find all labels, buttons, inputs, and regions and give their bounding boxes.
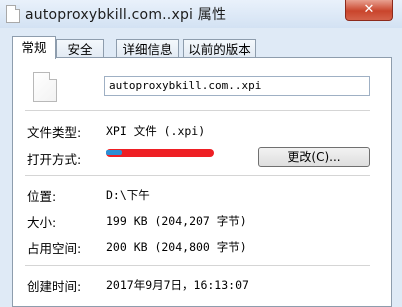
created-value: 2017年9月7日，16:13:07 [106, 278, 249, 292]
tab-general[interactable]: 常规 [12, 36, 56, 59]
location-label: 位置: [27, 189, 57, 204]
document-icon [33, 72, 57, 102]
size-on-disk-value: 200 KB (204,800 字节) [106, 240, 247, 254]
window-title: autoproxybkill.com..xpi 属性 [25, 7, 227, 23]
tab-details[interactable]: 详细信息 [116, 39, 179, 58]
filename-field[interactable]: autoproxybkill.com..xpi [104, 76, 370, 96]
file-icon [6, 5, 20, 23]
open-with-label: 打开方式: [27, 152, 82, 167]
separator [25, 175, 370, 176]
close-button[interactable]: ✕ [345, 0, 393, 21]
separator [25, 265, 370, 266]
created-label: 创建时间: [27, 279, 82, 294]
size-label: 大小: [27, 215, 57, 230]
size-value: 199 KB (204,207 字节) [106, 214, 247, 228]
location-value: D:\下午 [106, 188, 150, 202]
title-bar: autoproxybkill.com..xpi 属性 ✕ [0, 0, 402, 28]
size-on-disk-label: 占用空间: [27, 241, 82, 256]
file-type-value: XPI 文件 (.xpi) [106, 124, 206, 138]
change-button[interactable]: 更改(C)... [258, 147, 370, 167]
separator [25, 110, 370, 111]
tab-previous-versions[interactable]: 以前的版本 [183, 39, 256, 58]
tab-security[interactable]: 安全 [56, 39, 104, 58]
file-type-label: 文件类型: [27, 125, 82, 140]
open-with-value-redacted [106, 149, 214, 157]
